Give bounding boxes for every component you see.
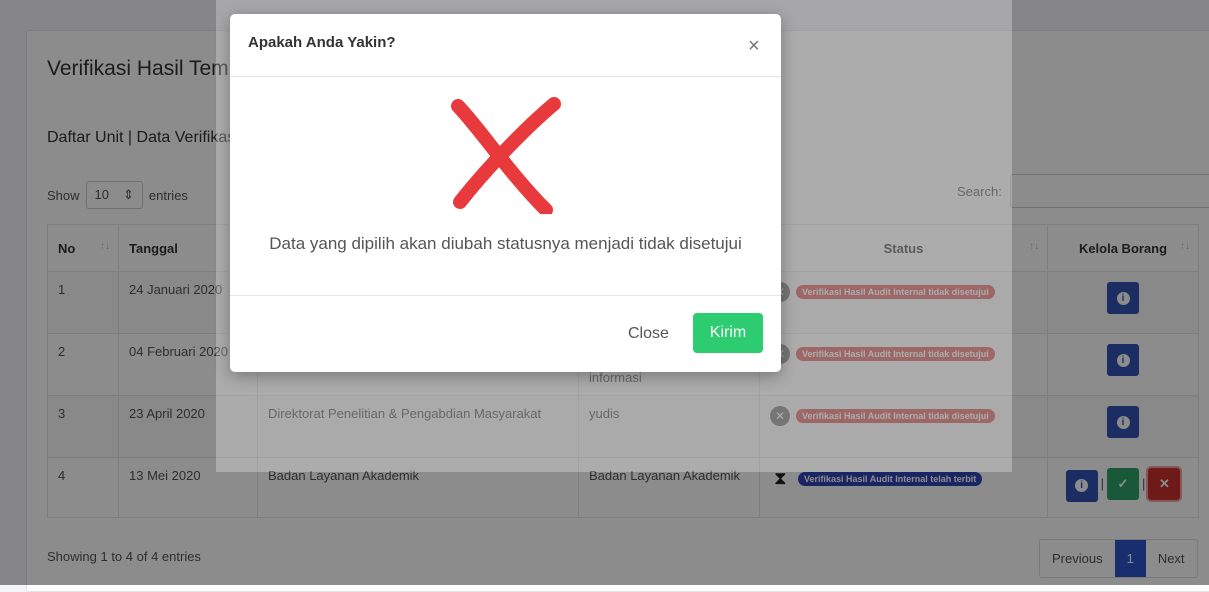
modal-message: Data yang dipilih akan diubah statusnya … — [269, 234, 742, 253]
modal-title: Apakah Anda Yakin? — [248, 34, 396, 51]
modal-divider — [230, 295, 781, 296]
x-mark-icon — [451, 97, 561, 214]
close-icon[interactable]: × — [748, 36, 760, 56]
send-button[interactable]: Kirim — [693, 313, 763, 353]
confirm-modal: Apakah Anda Yakin? × Data yang dipilih a… — [230, 14, 781, 372]
modal-divider — [230, 76, 781, 77]
close-button[interactable]: Close — [628, 325, 669, 343]
